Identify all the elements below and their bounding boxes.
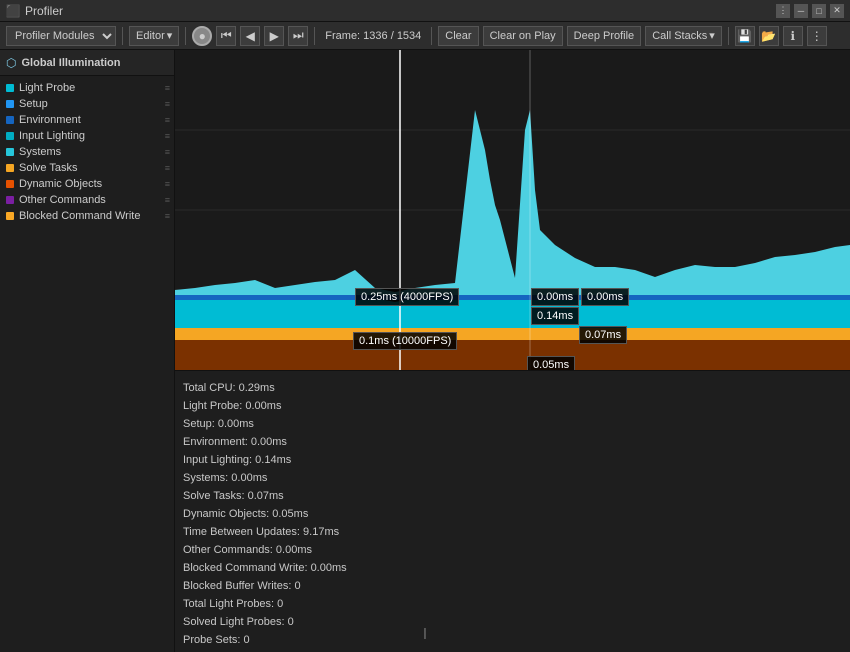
legend-dot-setup [6,100,14,108]
load-btn[interactable]: 📂 [759,26,779,46]
legend-handle-setup: ≡ [165,99,170,109]
toolbar-separator-2 [185,27,186,45]
stat-line-0: Total CPU: 0.29ms [183,379,842,397]
legend-label-blocked-command-write: Blocked Command Write [19,210,140,222]
info-btn[interactable]: ℹ [783,26,803,46]
clear-btn[interactable]: Clear [438,26,478,46]
legend-item-input-lighting[interactable]: Input Lighting ≡ [0,128,174,144]
legend-label-input-lighting: Input Lighting [19,130,85,142]
stat-line-14: Probe Sets: 0 [183,631,842,649]
section-header: ⬡ Global Illumination [0,50,174,76]
more-btn[interactable]: ⋮ [807,26,827,46]
step-fwd-btn[interactable]: ▶ [264,26,284,46]
toolbar-separator-3 [314,27,315,45]
deep-profile-btn[interactable]: Deep Profile [567,26,642,46]
legend-handle-input-lighting: ≡ [165,131,170,141]
legend-label-light-probe: Light Probe [19,82,75,94]
editor-btn[interactable]: Editor ▾ [129,26,179,46]
main-content: ⬡ Global Illumination Light Probe ≡ Setu… [0,50,850,652]
toolbar-separator-5 [728,27,729,45]
legend-handle-blocked-command-write: ≡ [165,211,170,221]
call-stacks-btn[interactable]: Call Stacks ▾ [645,26,722,46]
legend-label-solve-tasks: Solve Tasks [19,162,78,174]
stat-line-10: Blocked Command Write: 0.00ms [183,559,842,577]
legend-handle-solve-tasks: ≡ [165,163,170,173]
legend-dot-systems [6,148,14,156]
stats-lines: Total CPU: 0.29msLight Probe: 0.00msSetu… [183,379,842,652]
section-icon: ⬡ [6,56,16,70]
legend-handle-other-commands: ≡ [165,195,170,205]
stat-line-3: Environment: 0.00ms [183,433,842,451]
legend-label-dynamic-objects: Dynamic Objects [19,178,102,190]
step-back-btn[interactable]: ◀ [240,26,260,46]
legend-dot-environment [6,116,14,124]
legend-dot-other-commands [6,196,14,204]
legend-label-setup: Setup [19,98,48,110]
legend-dot-blocked-command-write [6,212,14,220]
legend-handle-dynamic-objects: ≡ [165,179,170,189]
next-frame-btn[interactable]: ⏭ [288,26,308,46]
stat-line-1: Light Probe: 0.00ms [183,397,842,415]
legend-item-environment[interactable]: Environment ≡ [0,112,174,128]
legend-handle-systems: ≡ [165,147,170,157]
profiler-icon: ⬛ [6,4,20,18]
toolbar: Profiler Modules Editor ▾ ● ⏮ ◀ ▶ ⏭ Fram… [0,22,850,50]
record-btn[interactable]: ● [192,26,212,46]
stat-line-4: Input Lighting: 0.14ms [183,451,842,469]
stat-line-8: Time Between Updates: 9.17ms [183,523,842,541]
legend-list: Light Probe ≡ Setup ≡ Environment ≡ Inpu… [0,76,174,228]
legend-dot-dynamic-objects [6,180,14,188]
legend-item-solve-tasks[interactable]: Solve Tasks ≡ [0,160,174,176]
legend-dot-solve-tasks [6,164,14,172]
toolbar-separator-1 [122,27,123,45]
close-btn[interactable]: ✕ [830,4,844,18]
window-title: Profiler [25,4,776,18]
legend-label-other-commands: Other Commands [19,194,106,206]
window-controls: ⋮ ─ □ ✕ [776,4,844,18]
stat-line-6: Solve Tasks: 0.07ms [183,487,842,505]
legend-item-dynamic-objects[interactable]: Dynamic Objects ≡ [0,176,174,192]
chart-container[interactable]: 0.25ms (4000FPS) 0.1ms (10000FPS) 0.00ms… [175,50,850,370]
legend-dot-light-probe [6,84,14,92]
legend-dot-input-lighting [6,132,14,140]
stat-line-13: Solved Light Probes: 0 [183,613,842,631]
stat-line-9: Other Commands: 0.00ms [183,541,842,559]
legend-item-systems[interactable]: Systems ≡ [0,144,174,160]
legend-label-systems: Systems [19,146,61,158]
stat-line-7: Dynamic Objects: 0.05ms [183,505,842,523]
stat-line-12: Total Light Probes: 0 [183,595,842,613]
save-btn[interactable]: 💾 [735,26,755,46]
stat-line-5: Systems: 0.00ms [183,469,842,487]
legend-handle-light-probe: ≡ [165,83,170,93]
toolbar-separator-4 [431,27,432,45]
legend-label-environment: Environment [19,114,81,126]
stats-panel: Total CPU: 0.29msLight Probe: 0.00msSetu… [175,370,850,652]
legend-item-blocked-command-write[interactable]: Blocked Command Write ≡ [0,208,174,224]
legend-item-setup[interactable]: Setup ≡ [0,96,174,112]
title-bar: ⬛ Profiler ⋮ ─ □ ✕ [0,0,850,22]
prev-frame-btn[interactable]: ⏮ [216,26,236,46]
menu-btn[interactable]: ⋮ [776,4,790,18]
maximize-btn[interactable]: □ [812,4,826,18]
profiler-chart[interactable] [175,50,850,370]
left-panel: ⬡ Global Illumination Light Probe ≡ Setu… [0,50,175,652]
minimize-btn[interactable]: ─ [794,4,808,18]
stat-line-2: Setup: 0.00ms [183,415,842,433]
stat-line-11: Blocked Buffer Writes: 0 [183,577,842,595]
profiler-modules-select[interactable]: Profiler Modules [6,26,116,46]
legend-item-light-probe[interactable]: Light Probe ≡ [0,80,174,96]
clear-on-play-btn[interactable]: Clear on Play [483,26,563,46]
legend-handle-environment: ≡ [165,115,170,125]
legend-item-other-commands[interactable]: Other Commands ≡ [0,192,174,208]
right-panel: 0.25ms (4000FPS) 0.1ms (10000FPS) 0.00ms… [175,50,850,652]
section-title: Global Illumination [21,57,120,69]
frame-label: Frame: 1336 / 1534 [321,30,425,42]
